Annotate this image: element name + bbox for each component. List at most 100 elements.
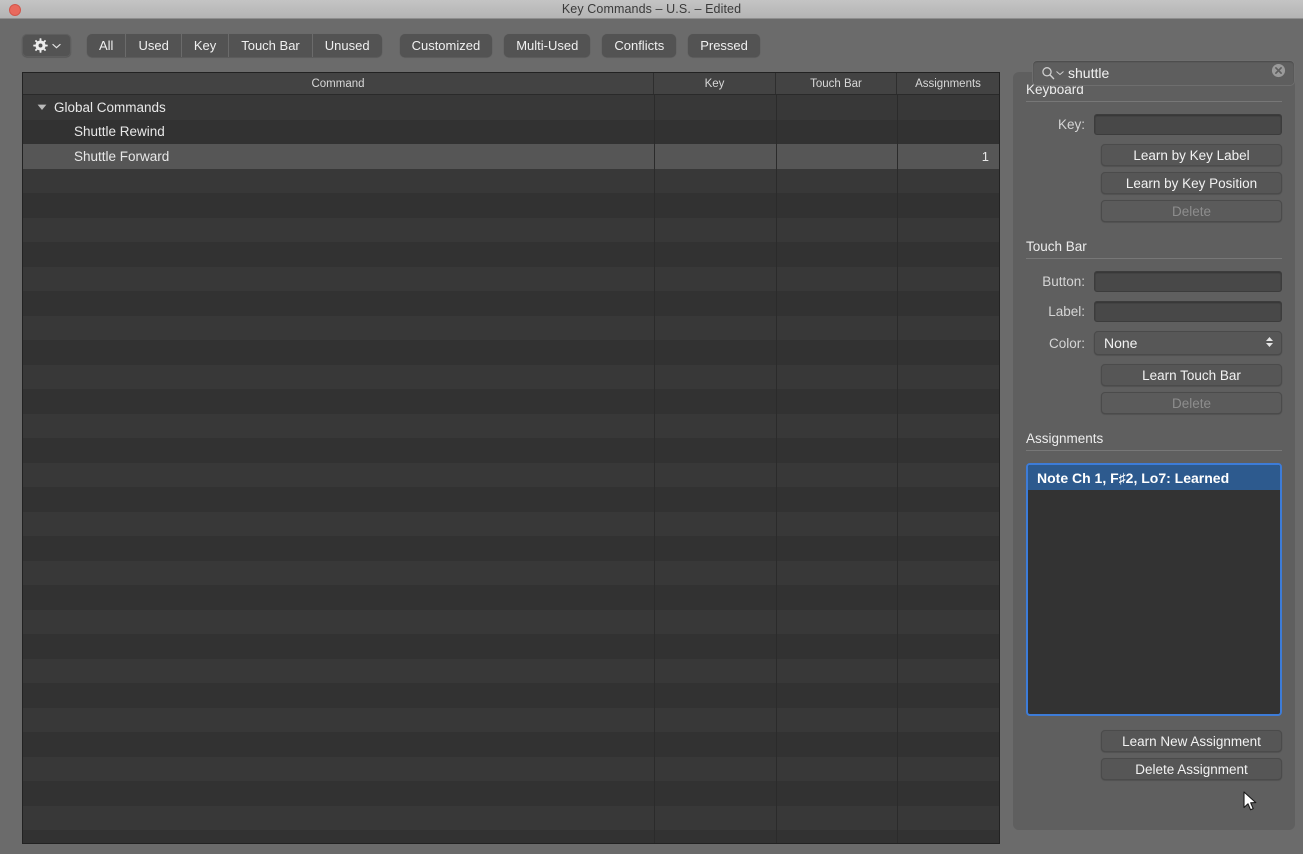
table-row-empty[interactable] xyxy=(23,830,999,843)
table-row-empty[interactable] xyxy=(23,683,999,708)
learn-touch-bar-row: Learn Touch Bar xyxy=(1026,364,1282,386)
filter-button-multi-used[interactable]: Multi-Used xyxy=(504,34,590,57)
table-row-empty[interactable] xyxy=(23,316,999,341)
table-header-row: Command Key Touch Bar Assignments xyxy=(23,73,999,95)
table-cell-key[interactable] xyxy=(654,144,776,169)
table-cell-command-label: Global Commands xyxy=(54,100,166,115)
settings-action-menu-button[interactable] xyxy=(22,34,71,57)
table-cell-command[interactable]: Shuttle Rewind xyxy=(23,120,654,145)
filter-segment-unused[interactable]: Unused xyxy=(313,34,382,57)
triangle-down-icon[interactable] xyxy=(35,103,49,111)
filter-button-conflicts[interactable]: Conflicts xyxy=(602,34,676,57)
key-input[interactable] xyxy=(1094,114,1282,135)
search-input[interactable]: shuttle xyxy=(1032,60,1295,86)
touchbar-label-field-row: Label: xyxy=(1026,301,1282,322)
table-cell-touch-bar[interactable] xyxy=(776,120,897,145)
table-cell-key[interactable] xyxy=(654,95,776,120)
keyboard-delete-row: Delete xyxy=(1026,200,1282,222)
filter-button-pressed[interactable]: Pressed xyxy=(688,34,760,57)
filter-segment-touch-bar[interactable]: Touch Bar xyxy=(229,34,313,57)
table-row-empty[interactable] xyxy=(23,732,999,757)
magnifier-icon[interactable] xyxy=(1041,66,1064,80)
section-title-touch-bar: Touch Bar xyxy=(1026,239,1282,259)
main-content: Command Key Touch Bar Assignments xyxy=(0,72,1303,854)
table-row-empty[interactable] xyxy=(23,267,999,292)
chevron-down-icon xyxy=(52,43,61,49)
learn-new-assignment-row: Learn New Assignment xyxy=(1026,730,1282,752)
table-row-empty[interactable] xyxy=(23,365,999,390)
table-cell-assignments[interactable] xyxy=(897,120,999,145)
table-row-empty[interactable] xyxy=(23,487,999,512)
filter-segmented-control[interactable]: All Used Key Touch Bar Unused xyxy=(87,34,382,57)
search-field-container: shuttle xyxy=(1032,60,1295,86)
filter-segment-used[interactable]: Used xyxy=(126,34,181,57)
learn-touch-bar-button[interactable]: Learn Touch Bar xyxy=(1101,364,1282,386)
table-row-empty[interactable] xyxy=(23,536,999,561)
table-row-selected[interactable]: Shuttle Forward 1 xyxy=(23,144,999,169)
table-cell-command[interactable]: Global Commands xyxy=(23,95,654,120)
filter-segment-key[interactable]: Key xyxy=(182,34,229,57)
learn-new-assignment-button[interactable]: Learn New Assignment xyxy=(1101,730,1282,752)
touchbar-button-input[interactable] xyxy=(1094,271,1282,292)
keyboard-delete-button: Delete xyxy=(1101,200,1282,222)
filter-button-customized[interactable]: Customized xyxy=(400,34,493,57)
table-row-empty[interactable] xyxy=(23,438,999,463)
table-row-empty[interactable] xyxy=(23,561,999,586)
column-header-assignments[interactable]: Assignments xyxy=(897,73,999,94)
table-cell-touch-bar[interactable] xyxy=(776,95,897,120)
table-row-empty[interactable] xyxy=(23,389,999,414)
window-titlebar: Key Commands – U.S. – Edited xyxy=(0,0,1303,19)
table-row-empty[interactable] xyxy=(23,781,999,806)
table-cell-assignments[interactable]: 1 xyxy=(897,144,999,169)
table-cell-assignments[interactable] xyxy=(897,95,999,120)
learn-by-key-position-button[interactable]: Learn by Key Position xyxy=(1101,172,1282,194)
table-row-empty[interactable] xyxy=(23,659,999,684)
chevron-up-down-icon xyxy=(1264,334,1275,353)
table-cell-key[interactable] xyxy=(654,120,776,145)
touchbar-color-label: Color: xyxy=(1026,336,1094,351)
clear-circle-icon[interactable] xyxy=(1271,63,1286,83)
table-row-empty[interactable] xyxy=(23,708,999,733)
table-row-empty[interactable] xyxy=(23,610,999,635)
close-button[interactable] xyxy=(9,4,21,16)
touchbar-label-input[interactable] xyxy=(1094,301,1282,322)
table-row-empty[interactable] xyxy=(23,512,999,537)
table-row[interactable]: Global Commands xyxy=(23,95,999,120)
table-row-empty[interactable] xyxy=(23,218,999,243)
column-header-key[interactable]: Key xyxy=(654,73,776,94)
column-header-command[interactable]: Command xyxy=(23,73,654,94)
table-row-empty[interactable] xyxy=(23,757,999,782)
touchbar-button-field-row: Button: xyxy=(1026,271,1282,292)
assignments-list[interactable]: Note Ch 1, F♯2, Lo7: Learned xyxy=(1026,463,1282,716)
filter-segment-all[interactable]: All xyxy=(87,34,126,57)
table-row[interactable]: Shuttle Rewind xyxy=(23,120,999,145)
table-row-empty[interactable] xyxy=(23,193,999,218)
delete-assignment-row: Delete Assignment xyxy=(1026,758,1282,780)
table-row-empty[interactable] xyxy=(23,340,999,365)
table-row-empty[interactable] xyxy=(23,291,999,316)
table-row-empty[interactable] xyxy=(23,242,999,267)
window-title: Key Commands – U.S. – Edited xyxy=(562,2,741,16)
table-row-empty[interactable] xyxy=(23,585,999,610)
search-value[interactable]: shuttle xyxy=(1068,66,1271,80)
touchbar-color-value: None xyxy=(1104,335,1264,351)
learn-by-key-label-button[interactable]: Learn by Key Label xyxy=(1101,144,1282,166)
touchbar-color-field-row: Color: None xyxy=(1026,331,1282,355)
table-row-empty[interactable] xyxy=(23,414,999,439)
delete-assignment-button[interactable]: Delete Assignment xyxy=(1101,758,1282,780)
key-commands-window: Key Commands – U.S. – Edited xyxy=(0,0,1303,854)
table-row-empty[interactable] xyxy=(23,169,999,194)
table-row-empty[interactable] xyxy=(23,634,999,659)
table-row-empty[interactable] xyxy=(23,463,999,488)
learn-key-position-row: Learn by Key Position xyxy=(1026,172,1282,194)
table-row-empty[interactable] xyxy=(23,806,999,831)
column-header-touch-bar[interactable]: Touch Bar xyxy=(776,73,897,94)
assignment-list-item[interactable]: Note Ch 1, F♯2, Lo7: Learned xyxy=(1028,465,1280,490)
touchbar-button-label: Button: xyxy=(1026,274,1094,289)
touchbar-color-select[interactable]: None xyxy=(1094,331,1282,355)
learn-key-label-row: Learn by Key Label xyxy=(1026,144,1282,166)
table-cell-command[interactable]: Shuttle Forward xyxy=(23,144,654,169)
command-table[interactable]: Command Key Touch Bar Assignments xyxy=(22,72,1000,844)
table-cell-touch-bar[interactable] xyxy=(776,144,897,169)
table-body[interactable]: Global Commands Shuttle Rewind Shuttle F… xyxy=(23,95,999,843)
